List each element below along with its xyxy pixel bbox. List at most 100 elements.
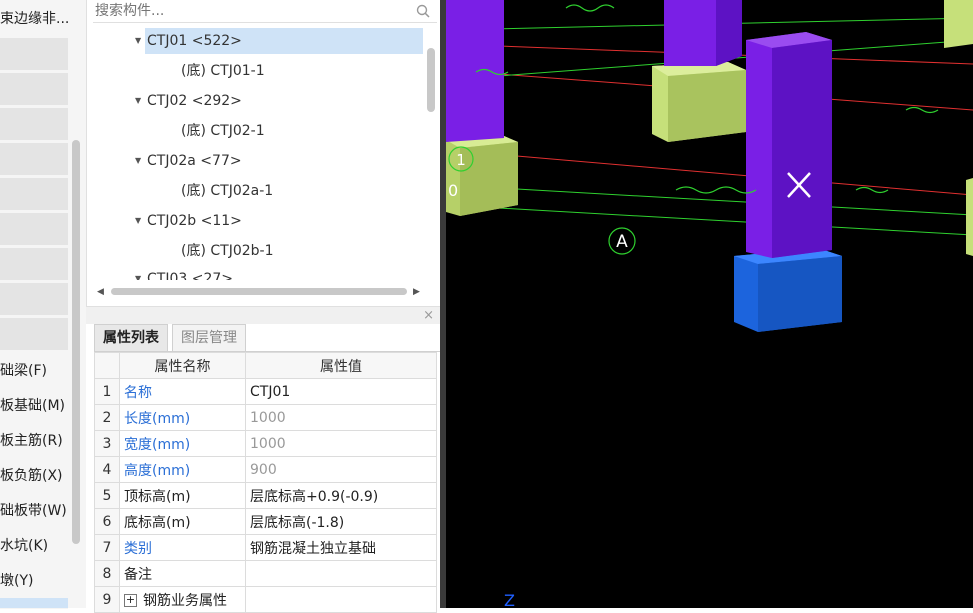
category-block[interactable]	[0, 143, 68, 176]
category-item-pier[interactable]: 墩(Y)	[0, 570, 68, 590]
table-header-row: 属性名称 属性值	[94, 352, 437, 379]
property-table: 属性名称 属性值 1 名称 CTJ01 2 长度(mm) 1000 3 宽度(m…	[94, 352, 437, 613]
property-value[interactable]: 900	[245, 456, 437, 483]
property-value[interactable]: 钢筋混凝土独立基础	[245, 534, 437, 561]
table-row[interactable]: 9 + 钢筋业务属性	[94, 586, 437, 613]
left-scrollbar-thumb[interactable]	[72, 140, 80, 544]
z-axis-label: Z	[504, 591, 515, 608]
tree-leaf-ctj02a-1[interactable]: (底) CTJ02a-1	[181, 178, 273, 204]
grid-line-green	[446, 184, 973, 216]
header-index	[94, 352, 120, 379]
property-name: 高度(mm)	[119, 456, 246, 483]
column-footing-front[interactable]	[734, 32, 842, 332]
collapse-arrow-icon[interactable]: ▼	[135, 266, 147, 280]
panel-divider[interactable]: ×	[86, 306, 440, 325]
table-row[interactable]: 1 名称 CTJ01	[94, 378, 437, 405]
row-number: 2	[94, 404, 120, 431]
3d-viewport[interactable]: A 1 0 Z	[446, 0, 973, 608]
property-value[interactable]: 层底标高+0.9(-0.9)	[245, 482, 437, 509]
collapse-arrow-icon[interactable]: ▼	[135, 28, 147, 54]
footing-partial-right-lower	[966, 178, 973, 256]
header-property-name: 属性名称	[119, 352, 246, 379]
table-row[interactable]: 4 高度(mm) 900	[94, 456, 437, 483]
collapse-arrow-icon[interactable]: ▼	[135, 148, 147, 174]
category-item-slab-strip[interactable]: 础板带(W)	[0, 500, 68, 520]
table-row[interactable]: 5 顶标高(m) 层底标高+0.9(-0.9)	[94, 482, 437, 509]
property-value[interactable]	[245, 586, 437, 613]
close-icon[interactable]: ×	[423, 307, 434, 325]
tab-layer-management[interactable]: 图层管理	[172, 324, 246, 351]
property-panel: 属性列表 图层管理 属性名称 属性值 1 名称 CTJ01 2 长度(mm) 1…	[86, 324, 440, 613]
tree-hscroll-thumb[interactable]	[111, 288, 407, 295]
tree-node-ctj01[interactable]: ▼ CTJ01 <522>	[135, 28, 242, 54]
property-tabs: 属性列表 图层管理	[94, 324, 440, 352]
property-value[interactable]: CTJ01	[245, 378, 437, 405]
property-value[interactable]: 1000	[245, 404, 437, 431]
table-row[interactable]: 6 底标高(m) 层底标高(-1.8)	[94, 508, 437, 535]
search-icon[interactable]	[415, 3, 431, 19]
tree-node-ctj02a[interactable]: ▼ CTJ02a <77>	[135, 148, 242, 174]
row-number: 7	[94, 534, 120, 561]
row-number: 9	[94, 586, 120, 613]
search-box	[93, 0, 437, 23]
property-value[interactable]: 1000	[245, 430, 437, 457]
property-name: 底标高(m)	[119, 508, 246, 535]
category-block[interactable]	[0, 38, 68, 71]
category-block-selected[interactable]	[0, 598, 68, 609]
category-block[interactable]	[0, 108, 68, 141]
table-row[interactable]: 7 类别 钢筋混凝土独立基础	[94, 534, 437, 561]
axis-label-1: 1	[456, 151, 466, 169]
row-number: 3	[94, 430, 120, 457]
property-name: 顶标高(m)	[119, 482, 246, 509]
category-item-foundation-beam[interactable]: 础梁(F)	[0, 360, 68, 380]
tree-horizontal-scrollbar[interactable]: ◀ ▶	[95, 284, 427, 300]
tree-leaf-ctj01-1[interactable]: (底) CTJ01-1	[181, 58, 265, 84]
3d-scene: A 1 0 Z	[446, 0, 973, 608]
category-block[interactable]	[0, 248, 68, 281]
property-value[interactable]: 层底标高(-1.8)	[245, 508, 437, 535]
tab-property-list[interactable]: 属性列表	[94, 324, 168, 351]
property-value[interactable]	[245, 560, 437, 587]
tree-vertical-scrollbar[interactable]	[427, 48, 435, 112]
collapse-arrow-icon[interactable]: ▼	[135, 88, 147, 114]
search-input[interactable]	[95, 2, 405, 20]
category-block[interactable]	[0, 178, 68, 211]
grid-line-green	[446, 204, 973, 236]
row-number: 6	[94, 508, 120, 535]
component-category-panel: 束边缘非... 础梁(F) 板基础(M) 板主筋(R) 板负筋(X) 础板带(W…	[0, 0, 86, 609]
category-item-raft-foundation[interactable]: 板基础(M)	[0, 395, 68, 415]
category-block[interactable]	[0, 318, 68, 351]
category-block[interactable]	[0, 73, 68, 106]
category-item-sump-pit[interactable]: 水坑(K)	[0, 535, 68, 555]
category-item-slab-negative-rebar[interactable]: 板负筋(X)	[0, 465, 68, 485]
scroll-right-icon[interactable]: ▶	[413, 284, 420, 300]
tree-node-ctj03[interactable]: ▼ CTJ03 <27>	[135, 266, 233, 280]
property-name: 长度(mm)	[119, 404, 246, 431]
row-number: 8	[94, 560, 120, 587]
row-number: 4	[94, 456, 120, 483]
category-block[interactable]	[0, 283, 68, 316]
expand-icon[interactable]: +	[124, 594, 137, 607]
collapse-arrow-icon[interactable]: ▼	[135, 208, 147, 234]
component-tree-panel: ▼CTJ01 <522> (底) CTJ01-1 ▼CTJ02 <292> (底…	[86, 0, 441, 306]
tree-leaf-ctj02-1[interactable]: (底) CTJ02-1	[181, 118, 265, 144]
category-item-slab-main-rebar[interactable]: 板主筋(R)	[0, 430, 68, 450]
axis-label-a: A	[616, 232, 628, 252]
tree-node-ctj02b[interactable]: ▼ CTJ02b <11>	[135, 208, 242, 234]
column-footing-center[interactable]	[652, 0, 746, 142]
axis-marker-a: A	[608, 227, 636, 255]
table-row[interactable]: 8 备注	[94, 560, 437, 587]
property-name: 类别	[119, 534, 246, 561]
table-row[interactable]: 2 长度(mm) 1000	[94, 404, 437, 431]
category-item-top[interactable]: 束边缘非...	[0, 8, 68, 28]
tree-leaf-ctj02b-1[interactable]: (底) CTJ02b-1	[181, 238, 274, 264]
header-property-value: 属性值	[245, 352, 437, 379]
grid-line-red	[446, 149, 973, 196]
tree-node-ctj02[interactable]: ▼ CTJ02 <292>	[135, 88, 242, 114]
property-name: 宽度(mm)	[119, 430, 246, 457]
table-row[interactable]: 3 宽度(mm) 1000	[94, 430, 437, 457]
property-group[interactable]: + 钢筋业务属性	[119, 586, 246, 613]
scroll-left-icon[interactable]: ◀	[97, 284, 104, 300]
property-name: 钢筋业务属性	[143, 592, 227, 609]
category-block[interactable]	[0, 213, 68, 246]
